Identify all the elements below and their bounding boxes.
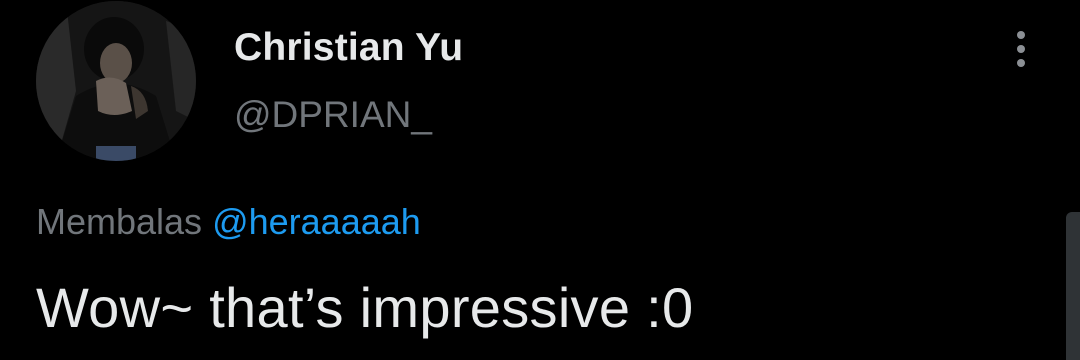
display-name[interactable]: Christian Yu	[234, 26, 463, 70]
avatar-photo	[36, 1, 196, 161]
more-options-button[interactable]	[1006, 28, 1036, 70]
avatar[interactable]	[36, 1, 196, 161]
tweet: Christian Yu @DPRIAN_ Membalas @heraaaaa…	[0, 0, 1080, 360]
vertical-ellipsis-icon	[1017, 31, 1025, 67]
reply-mention-link[interactable]: @heraaaaah	[212, 201, 421, 242]
reply-prefix: Membalas	[36, 201, 203, 242]
scrollbar[interactable]	[1066, 212, 1080, 360]
user-handle[interactable]: @DPRIAN_	[234, 94, 432, 136]
tweet-text: Wow~ that’s impressive :0	[36, 276, 694, 339]
reply-context: Membalas @heraaaaah	[36, 201, 421, 243]
